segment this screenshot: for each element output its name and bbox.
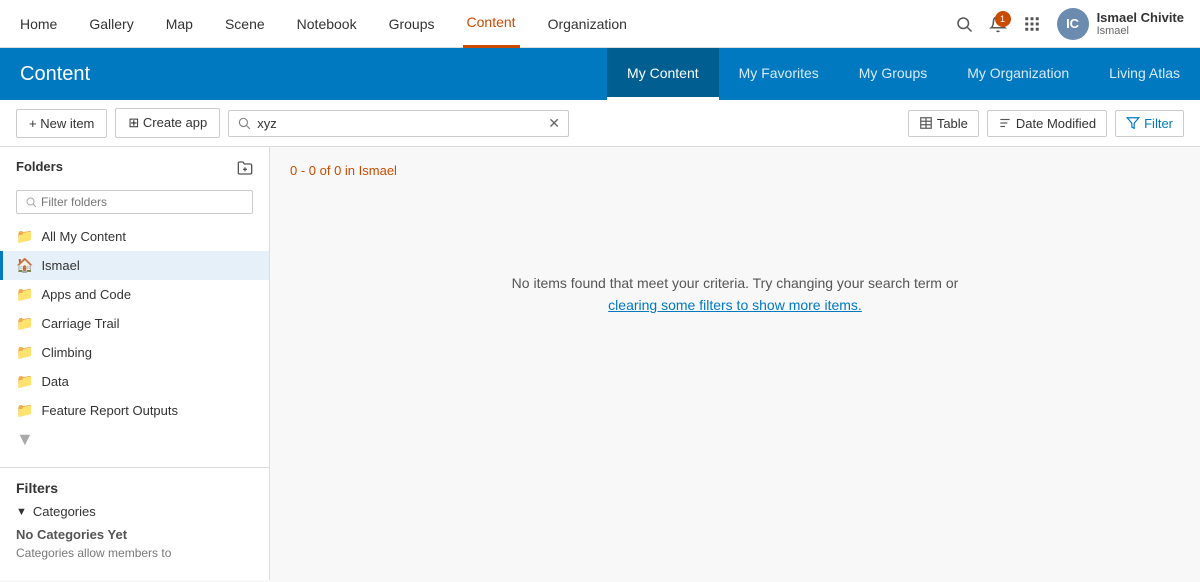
folder-apps-and-code[interactable]: 📁 Apps and Code bbox=[0, 280, 269, 309]
nav-notebook[interactable]: Notebook bbox=[293, 0, 361, 48]
no-categories-sub: Categories allow members to bbox=[16, 546, 253, 560]
home-icon: 🏠 bbox=[16, 257, 33, 274]
folder-label: Apps and Code bbox=[41, 287, 131, 302]
content-title: Content bbox=[20, 63, 607, 86]
tab-my-content[interactable]: My Content bbox=[607, 48, 719, 100]
search-icon bbox=[955, 15, 973, 33]
user-profile[interactable]: IC Ismael Chivite Ismael bbox=[1057, 8, 1184, 40]
top-nav: Home Gallery Map Scene Notebook Groups C… bbox=[0, 0, 1200, 48]
sort-button[interactable]: Date Modified bbox=[987, 110, 1107, 137]
search-button[interactable] bbox=[955, 15, 973, 33]
notification-button[interactable]: 1 bbox=[989, 15, 1007, 33]
folder-data[interactable]: 📁 Data bbox=[0, 367, 269, 396]
folder-icon: 📁 bbox=[16, 373, 33, 390]
collapse-icon: ▼ bbox=[16, 506, 27, 518]
folder-label: Carriage Trail bbox=[41, 316, 119, 331]
filter-button[interactable]: Filter bbox=[1115, 110, 1184, 137]
filter-category: ▼ Categories No Categories Yet Categorie… bbox=[16, 504, 253, 560]
folder-search-icon bbox=[25, 196, 37, 208]
sort-label: Date Modified bbox=[1016, 116, 1096, 131]
table-view-button[interactable]: Table bbox=[908, 110, 979, 137]
results-count: 0 - 0 of 0 in Ismael bbox=[290, 163, 1180, 178]
add-folder-icon bbox=[237, 160, 253, 176]
nav-organization[interactable]: Organization bbox=[544, 0, 631, 48]
user-name: Ismael Chivite bbox=[1097, 10, 1184, 25]
filters-title: Filters bbox=[16, 480, 253, 496]
folder-label: All My Content bbox=[41, 229, 126, 244]
apps-icon bbox=[1023, 15, 1041, 33]
tab-my-organization[interactable]: My Organization bbox=[947, 48, 1089, 100]
main-layout: Folders 📁 All My Content 🏠 Ismael 📁 bbox=[0, 147, 1200, 580]
nav-content[interactable]: Content bbox=[463, 0, 520, 48]
no-results-message: No items found that meet your criteria. … bbox=[512, 272, 959, 294]
tab-my-groups[interactable]: My Groups bbox=[839, 48, 947, 100]
filter-label: Filter bbox=[1144, 116, 1173, 131]
search-wrap: ✕ bbox=[228, 110, 569, 137]
user-sub: Ismael bbox=[1097, 25, 1129, 37]
categories-label: Categories bbox=[33, 504, 96, 519]
folder-ismael[interactable]: 🏠 Ismael bbox=[0, 251, 269, 280]
notification-badge: 1 bbox=[995, 11, 1011, 27]
tab-living-atlas[interactable]: Living Atlas bbox=[1089, 48, 1200, 100]
categories-header[interactable]: ▼ Categories bbox=[16, 504, 253, 519]
tab-my-favorites[interactable]: My Favorites bbox=[719, 48, 839, 100]
nav-right: 1 IC Ismael Chivite Ismael bbox=[955, 8, 1184, 40]
folder-filter-wrap bbox=[16, 190, 253, 214]
filters-section: Filters ▼ Categories No Categories Yet C… bbox=[0, 467, 269, 580]
table-label: Table bbox=[937, 116, 968, 131]
folder-climbing[interactable]: 📁 Climbing bbox=[0, 338, 269, 367]
folder-filter-input[interactable] bbox=[41, 195, 244, 209]
no-results-link[interactable]: clearing some filters to show more items… bbox=[608, 294, 862, 316]
folder-label: Climbing bbox=[41, 345, 92, 360]
folder-label: Ismael bbox=[41, 258, 79, 273]
folder-list: 📁 All My Content 🏠 Ismael 📁 Apps and Cod… bbox=[0, 222, 269, 467]
nav-groups[interactable]: Groups bbox=[385, 0, 439, 48]
categories-body: No Categories Yet Categories allow membe… bbox=[16, 519, 253, 560]
folder-icon: 📁 bbox=[16, 286, 33, 303]
folders-title: Folders bbox=[16, 159, 63, 174]
content-tabs: My Content My Favorites My Groups My Org… bbox=[607, 48, 1200, 100]
content-header: Content My Content My Favorites My Group… bbox=[0, 48, 1200, 100]
sidebar: Folders 📁 All My Content 🏠 Ismael 📁 bbox=[0, 147, 270, 580]
create-app-button[interactable]: ⊞ Create app bbox=[115, 108, 220, 138]
nav-links: Home Gallery Map Scene Notebook Groups C… bbox=[16, 0, 931, 48]
no-results: No items found that meet your criteria. … bbox=[290, 194, 1180, 394]
add-folder-button[interactable] bbox=[237, 160, 253, 181]
nav-map[interactable]: Map bbox=[162, 0, 197, 48]
content-area: 0 - 0 of 0 in Ismael No items found that… bbox=[270, 147, 1200, 580]
folder-icon: 📁 bbox=[16, 344, 33, 361]
folder-icon: 📁 bbox=[16, 228, 33, 245]
search-icon bbox=[237, 116, 251, 130]
filter-icon bbox=[1126, 116, 1140, 130]
nav-scene[interactable]: Scene bbox=[221, 0, 269, 48]
new-item-button[interactable]: + New item bbox=[16, 109, 107, 138]
sort-icon bbox=[998, 116, 1012, 130]
user-info: Ismael Chivite Ismael bbox=[1097, 10, 1184, 37]
avatar: IC bbox=[1057, 8, 1089, 40]
folder-icon: 📁 bbox=[16, 315, 33, 332]
apps-button[interactable] bbox=[1023, 15, 1041, 33]
folder-carriage-trail[interactable]: 📁 Carriage Trail bbox=[0, 309, 269, 338]
folder-label: Feature Report Outputs bbox=[41, 403, 178, 418]
folder-label: Data bbox=[41, 374, 68, 389]
table-icon bbox=[919, 116, 933, 130]
nav-gallery[interactable]: Gallery bbox=[85, 0, 137, 48]
nav-home[interactable]: Home bbox=[16, 0, 61, 48]
no-categories-title: No Categories Yet bbox=[16, 527, 253, 542]
folders-section: Folders bbox=[0, 147, 269, 222]
toolbar: + New item ⊞ Create app ✕ Table Date Mod… bbox=[0, 100, 1200, 147]
folder-icon: 📁 bbox=[16, 402, 33, 419]
more-folders-icon[interactable]: ▼ bbox=[16, 429, 34, 449]
folder-all-my-content[interactable]: 📁 All My Content bbox=[0, 222, 269, 251]
folder-feature-report-outputs[interactable]: 📁 Feature Report Outputs bbox=[0, 396, 269, 425]
search-input[interactable] bbox=[257, 116, 542, 131]
clear-search-button[interactable]: ✕ bbox=[548, 115, 560, 132]
